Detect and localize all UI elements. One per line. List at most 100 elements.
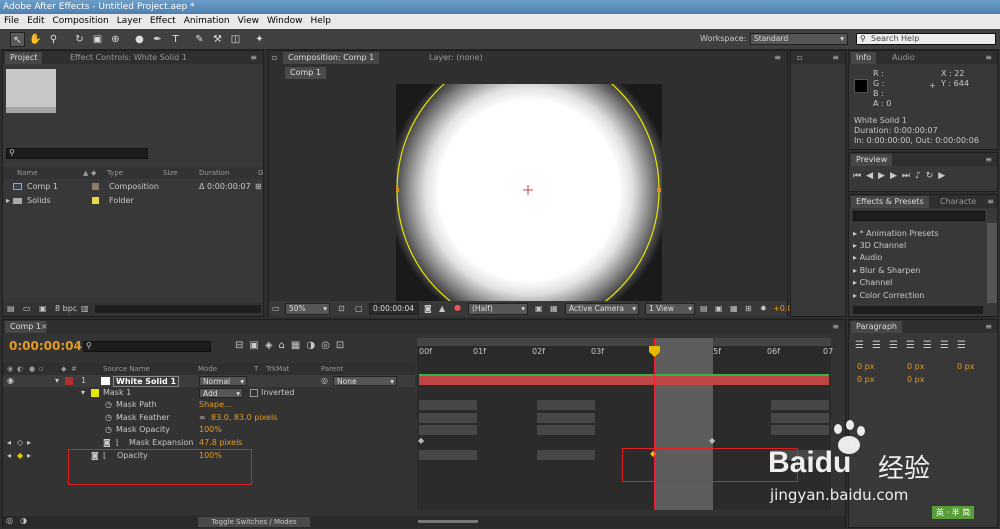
prop-value[interactable]: 83.0, 83.0 pixels: [211, 412, 277, 424]
current-time-indicator[interactable]: [654, 338, 655, 510]
hand-tool-icon[interactable]: ✋: [28, 32, 43, 47]
menu-animation[interactable]: Animation: [180, 16, 234, 26]
panel-menu-icon[interactable]: ≡: [985, 51, 992, 64]
tab-comp-1[interactable]: Comp 1: [5, 321, 46, 333]
timeline-search-input[interactable]: ⚲: [83, 341, 211, 352]
bpc-label[interactable]: 8 bpc: [55, 302, 77, 316]
close-icon[interactable]: ×: [41, 320, 48, 333]
tab-effect-controls[interactable]: Effect Controls: White Solid 1: [65, 52, 192, 64]
panel-menu-icon[interactable]: ≡: [832, 320, 839, 333]
stopwatch-icon[interactable]: ◷: [105, 412, 112, 424]
justify-right-icon[interactable]: ☰: [940, 340, 957, 351]
horizontal-scrollbar[interactable]: [853, 306, 983, 314]
ellipse-tool-icon[interactable]: ●: [132, 32, 147, 47]
mask-vertex-left[interactable]: [396, 188, 399, 192]
effects-item[interactable]: ▸ Blur & Sharpen: [853, 265, 997, 277]
expand-arrow-icon[interactable]: ▾: [55, 375, 59, 387]
safe-zones-icon[interactable]: ⊡: [338, 304, 345, 313]
tab-paragraph[interactable]: Paragraph: [851, 321, 902, 333]
keyframe-toggle-icon[interactable]: ◇: [17, 437, 23, 449]
viewer-timecode[interactable]: 0:00:00:04: [369, 303, 419, 315]
tab-effects-presets[interactable]: Effects & Presets: [851, 196, 929, 208]
tab-audio[interactable]: Audio: [887, 52, 920, 64]
horizontal-scrollbar[interactable]: [95, 305, 261, 313]
next-keyframe-icon[interactable]: ▸: [27, 437, 31, 449]
anchor-point-icon[interactable]: [523, 185, 533, 195]
indent-left-value[interactable]: 0 px: [857, 362, 874, 371]
clone-stamp-tool-icon[interactable]: ⚒: [210, 32, 225, 47]
tab-character[interactable]: Characte: [935, 196, 981, 208]
align-center-icon[interactable]: ☰: [872, 340, 889, 351]
parent-pickwhip-icon[interactable]: ◎: [321, 375, 328, 387]
space-after-value[interactable]: 0 px: [907, 375, 924, 384]
eraser-tool-icon[interactable]: ◫: [228, 32, 243, 47]
new-comp-icon[interactable]: ▣: [39, 302, 47, 316]
col-source-name[interactable]: Source Name: [103, 363, 150, 375]
mask-vertex-right[interactable]: [657, 188, 661, 192]
brainstorm-icon[interactable]: ◎: [321, 340, 336, 351]
panel-menu-icon[interactable]: ≡: [832, 51, 839, 64]
effects-item[interactable]: ▸ * Animation Presets: [853, 228, 997, 240]
comp-viewer-canvas[interactable]: [396, 84, 662, 301]
panel-menu-icon[interactable]: ≡: [985, 153, 992, 166]
justify-all-icon[interactable]: ☰: [957, 340, 974, 351]
effects-item[interactable]: ▸ Color Correction: [853, 290, 997, 302]
effects-item[interactable]: ▸ Audio: [853, 252, 997, 264]
link-icon[interactable]: ∞: [199, 412, 206, 424]
indent-first-value[interactable]: 0 px: [957, 362, 974, 371]
live-update-icon[interactable]: ▣: [249, 340, 264, 351]
expand-arrow-icon[interactable]: ▾: [81, 387, 85, 399]
project-item-solids[interactable]: ▸ Solids Folder: [3, 195, 263, 207]
draft-3d-icon[interactable]: ◈: [265, 340, 279, 351]
prev-keyframe-icon[interactable]: ◂: [7, 450, 11, 462]
tab-project[interactable]: Project: [5, 52, 43, 64]
transparency-grid-icon[interactable]: ▦: [550, 304, 558, 313]
stopwatch-icon[interactable]: ◷: [105, 424, 112, 436]
zoom-select[interactable]: 50% ▾: [285, 303, 330, 315]
mask-row[interactable]: ▾ Mask 1 Add ▾ Inverted: [3, 387, 415, 399]
align-right-icon[interactable]: ☰: [889, 340, 906, 351]
trash-icon[interactable]: ▥: [81, 302, 89, 316]
label-color-swatch[interactable]: [65, 377, 73, 385]
timeline-timecode[interactable]: 0:00:00:04: [9, 339, 82, 353]
col-parent[interactable]: Parent: [321, 363, 343, 375]
col-g[interactable]: G: [258, 167, 263, 179]
prop-value[interactable]: 47.8 pixels: [199, 437, 242, 449]
layer-name[interactable]: White Solid 1: [113, 376, 180, 387]
panel-menu-icon[interactable]: ≡: [250, 51, 257, 64]
prop-mask-feather[interactable]: ◷ Mask Feather ∞ 83.0, 83.0 pixels: [3, 412, 415, 424]
pen-tool-icon[interactable]: ✒: [150, 32, 165, 47]
col-duration[interactable]: Duration: [199, 167, 229, 179]
zoom-tool-icon[interactable]: ⚲: [46, 32, 61, 47]
keyframe-diamond-icon[interactable]: ◆: [709, 436, 715, 445]
blend-mode-select[interactable]: Normal ▾: [199, 376, 247, 386]
next-frame-icon[interactable]: ▶: [890, 171, 902, 181]
stopwatch-active-icon[interactable]: ◙: [103, 437, 111, 449]
panel-menu-icon[interactable]: ≡: [774, 51, 781, 64]
align-left-icon[interactable]: ☰: [855, 340, 872, 351]
menu-file[interactable]: File: [0, 16, 23, 26]
first-frame-icon[interactable]: ⏮: [853, 171, 866, 181]
motion-blur-icon[interactable]: ◑: [306, 340, 321, 351]
last-frame-icon[interactable]: ⏭: [902, 171, 915, 181]
effects-item[interactable]: ▸ Channel: [853, 277, 997, 289]
view-layout-select[interactable]: 1 View ▾: [645, 303, 695, 315]
eye-icon[interactable]: ◉: [7, 375, 14, 387]
tab-preview[interactable]: Preview: [851, 154, 893, 166]
indent-right-value[interactable]: 0 px: [907, 362, 924, 371]
text-tool-icon[interactable]: T: [168, 32, 183, 47]
loop-icon[interactable]: ↻: [926, 171, 939, 181]
col-trkmat[interactable]: TrkMat: [266, 363, 289, 375]
prop-mask-opacity[interactable]: ◷ Mask Opacity 100%: [3, 424, 415, 436]
mask-name[interactable]: Mask 1: [103, 387, 131, 399]
col-name[interactable]: Name: [17, 167, 38, 179]
time-ruler[interactable]: 00f 01f 02f 03f 04f 05f 06f 07: [417, 346, 833, 362]
prev-keyframe-icon[interactable]: ◂: [7, 437, 11, 449]
col-t[interactable]: T: [254, 363, 258, 375]
effects-item[interactable]: ▸ 3D Channel: [853, 240, 997, 252]
color-channels-icon[interactable]: ●: [454, 303, 461, 312]
rotate-tool-icon[interactable]: ↻: [72, 32, 87, 47]
expand-arrow-icon[interactable]: ▸: [6, 195, 10, 207]
lock-icon[interactable]: ▫: [797, 51, 802, 64]
layer-row[interactable]: ◉ ▾ 1 White Solid 1 Normal ▾ ◎ None ▾: [3, 375, 415, 387]
